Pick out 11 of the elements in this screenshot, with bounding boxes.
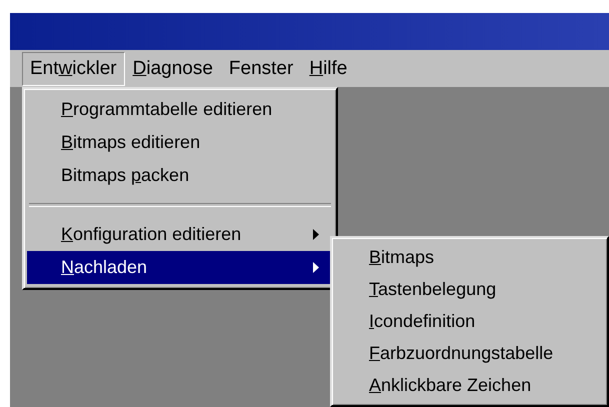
menu-entry[interactable]: Programmtabelle editieren	[27, 93, 333, 126]
menu-entry[interactable]: Anklickbare Zeichen	[335, 369, 604, 401]
menu-entry[interactable]: Bitmaps editieren	[27, 126, 333, 159]
menu-item[interactable]: Entwickler	[22, 52, 125, 86]
menu-entry[interactable]: Nachladen	[27, 251, 333, 284]
menu-entry[interactable]: Tastenbelegung	[335, 274, 604, 306]
menu-entry[interactable]: Icondefinition	[335, 306, 604, 338]
menu-entry[interactable]: Konfiguration editieren	[27, 218, 333, 251]
menu-entry[interactable]: Farbzuordnungstabelle	[335, 337, 604, 370]
menu-entry[interactable]: Bitmaps packen	[27, 159, 333, 192]
menu-entry[interactable]: Bitmaps	[335, 242, 604, 274]
